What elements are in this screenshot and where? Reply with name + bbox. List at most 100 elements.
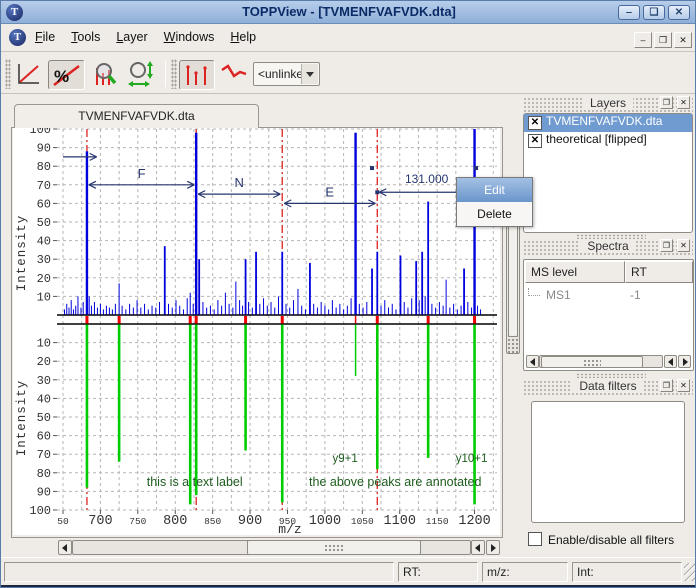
spectra-row-rt[interactable]: -1 <box>630 288 641 302</box>
plot-horizontal-scrollbar[interactable] <box>58 540 501 555</box>
triangle-left-icon <box>530 358 535 366</box>
svg-text:90: 90 <box>37 485 51 499</box>
menu-layer[interactable]: Layer <box>108 25 155 49</box>
spectra-close-button[interactable]: ✕ <box>677 239 690 252</box>
status-bar: RT: m/z: Int: <box>1 557 696 585</box>
toolbar: % <box>1 53 696 94</box>
percentage-mode-button[interactable]: % <box>48 60 85 90</box>
spectra-scrollbar-thumb[interactable] <box>541 356 643 368</box>
status-message-panel <box>4 562 394 582</box>
layer-visibility-checkbox[interactable]: ✕ <box>528 116 542 130</box>
menu-help[interactable]: Help <box>222 25 264 49</box>
mdi-close-button[interactable]: ✕ <box>674 32 692 48</box>
mdi-restore-button[interactable]: ❐ <box>654 32 672 48</box>
triangle-right-icon <box>683 358 688 366</box>
status-rt-field: RT: <box>398 562 478 582</box>
app-icon-small[interactable]: T <box>9 29 26 46</box>
scroll-left-button[interactable] <box>58 540 72 555</box>
svg-text:131.000: 131.000 <box>405 172 449 186</box>
spectra-col-rt[interactable]: RT <box>625 261 693 283</box>
spectra-row-ms-level[interactable]: MS1 <box>546 288 571 302</box>
toolbar-drag-handle[interactable] <box>5 59 11 89</box>
data-filters-float-button[interactable]: ❐ <box>660 379 673 392</box>
peak-mode-button[interactable] <box>179 60 215 90</box>
scrollbar-grip <box>583 359 601 367</box>
spectra-dock-title: Spectra <box>580 239 635 253</box>
scroll-right-button[interactable] <box>486 540 500 555</box>
mdi-minimize-button[interactable]: ‒ <box>634 32 652 48</box>
profile-mode-button[interactable] <box>219 60 251 90</box>
intensity-axis-icon <box>13 60 43 88</box>
link-mode-combobox[interactable]: <unlinke <box>253 62 320 86</box>
menu-tools[interactable]: Tools <box>63 25 108 49</box>
dock-splitter-2[interactable] <box>576 373 646 378</box>
svg-text:50: 50 <box>57 516 69 527</box>
combobox-dropdown-button[interactable] <box>301 64 318 84</box>
data-filters-list[interactable] <box>531 401 685 523</box>
spectrum-plot-canvas[interactable]: 1010202030304040505060607070808090901001… <box>13 128 500 535</box>
scrollbar-thumb[interactable] <box>247 540 421 555</box>
title-bar[interactable]: T TOPPView - [TVMENFVAFVDK.dta] ‒ ❑ ✕ <box>1 1 696 24</box>
svg-text:100: 100 <box>29 504 51 518</box>
svg-text:70: 70 <box>37 179 51 193</box>
plot-vertical-scrollbar-thumb[interactable] <box>508 225 518 337</box>
layer-label: theoretical [flipped] <box>546 132 647 146</box>
triangle-left-icon <box>62 544 67 552</box>
plot-vertical-scrollbar[interactable] <box>506 217 520 354</box>
context-menu: EditDelete <box>456 177 533 227</box>
layer-row[interactable]: ✕ theoretical [flipped] <box>524 132 692 150</box>
svg-text:%: % <box>54 67 69 86</box>
tab-spectrum-file[interactable]: TVMENFVAFVDK.dta <box>14 104 259 128</box>
svg-text:y10+1: y10+1 <box>456 453 488 465</box>
svg-text:y9+1: y9+1 <box>332 453 357 465</box>
zoom-fit-icon <box>126 60 158 88</box>
spectra-scroll-left-button[interactable] <box>526 355 539 368</box>
intensity-axis-button[interactable] <box>13 60 45 90</box>
svg-text:900: 900 <box>238 514 262 529</box>
context-menu-item-delete[interactable]: Delete <box>457 202 532 226</box>
svg-text:10: 10 <box>37 290 51 304</box>
svg-text:1050: 1050 <box>351 516 374 527</box>
spectra-scrollbar-track[interactable] <box>539 355 663 368</box>
svg-text:F: F <box>138 166 146 181</box>
layer-row[interactable]: ✕TVMENFVAFVDK.dta <box>524 114 692 132</box>
context-menu-item-edit[interactable]: Edit <box>457 178 532 202</box>
spectra-col-ms-level[interactable]: MS level <box>525 261 625 283</box>
menu-file[interactable]: File <box>27 25 63 49</box>
svg-text:60: 60 <box>37 430 51 444</box>
menu-windows[interactable]: Windows <box>156 25 223 49</box>
layers-list[interactable]: ✕TVMENFVAFVDK.dta✕theoretical [flipped] <box>523 113 693 233</box>
menu-bar: T FileToolsLayerWindowsHelp <box>1 25 696 52</box>
layers-dock-title: Layers <box>583 96 633 110</box>
zoom-to-data-button[interactable] <box>90 60 122 90</box>
svg-text:800: 800 <box>163 514 187 529</box>
svg-text:1200: 1200 <box>458 514 490 529</box>
spectra-scroll-left-button-2[interactable] <box>664 355 677 368</box>
status-mz-field: m/z: <box>482 562 568 582</box>
enable-filters-checkbox[interactable] <box>528 532 542 546</box>
svg-text:80: 80 <box>37 467 51 481</box>
tree-branch-icon <box>528 288 540 296</box>
spectra-table: MS level RT MS1 -1 <box>523 259 694 371</box>
layer-visibility-checkbox[interactable]: ✕ <box>528 134 542 148</box>
triangle-left-icon <box>668 358 673 366</box>
spectra-scroll-right-button[interactable] <box>678 355 691 368</box>
svg-text:1000: 1000 <box>309 514 341 529</box>
svg-text:30: 30 <box>37 374 51 388</box>
layers-close-button[interactable]: ✕ <box>677 96 690 109</box>
zoom-fit-button[interactable] <box>126 60 158 90</box>
zoom-to-data-icon <box>90 60 120 88</box>
scroll-left-button-2[interactable] <box>471 540 485 555</box>
maximize-button[interactable]: ❑ <box>643 5 665 20</box>
app-window: T TOPPView - [TVMENFVAFVDK.dta] ‒ ❑ ✕ T … <box>0 0 696 588</box>
layers-float-button[interactable]: ❐ <box>660 96 673 109</box>
resize-grip[interactable] <box>684 563 695 581</box>
spectra-float-button[interactable]: ❐ <box>660 239 673 252</box>
toolbar-drag-handle-2[interactable] <box>171 59 177 89</box>
close-button[interactable]: ✕ <box>668 5 690 20</box>
svg-text:Intensity: Intensity <box>15 380 29 457</box>
data-filters-close-button[interactable]: ✕ <box>677 379 690 392</box>
minimize-button[interactable]: ‒ <box>618 5 640 20</box>
svg-text:90: 90 <box>37 142 51 156</box>
status-int-field: Int: <box>572 562 682 582</box>
